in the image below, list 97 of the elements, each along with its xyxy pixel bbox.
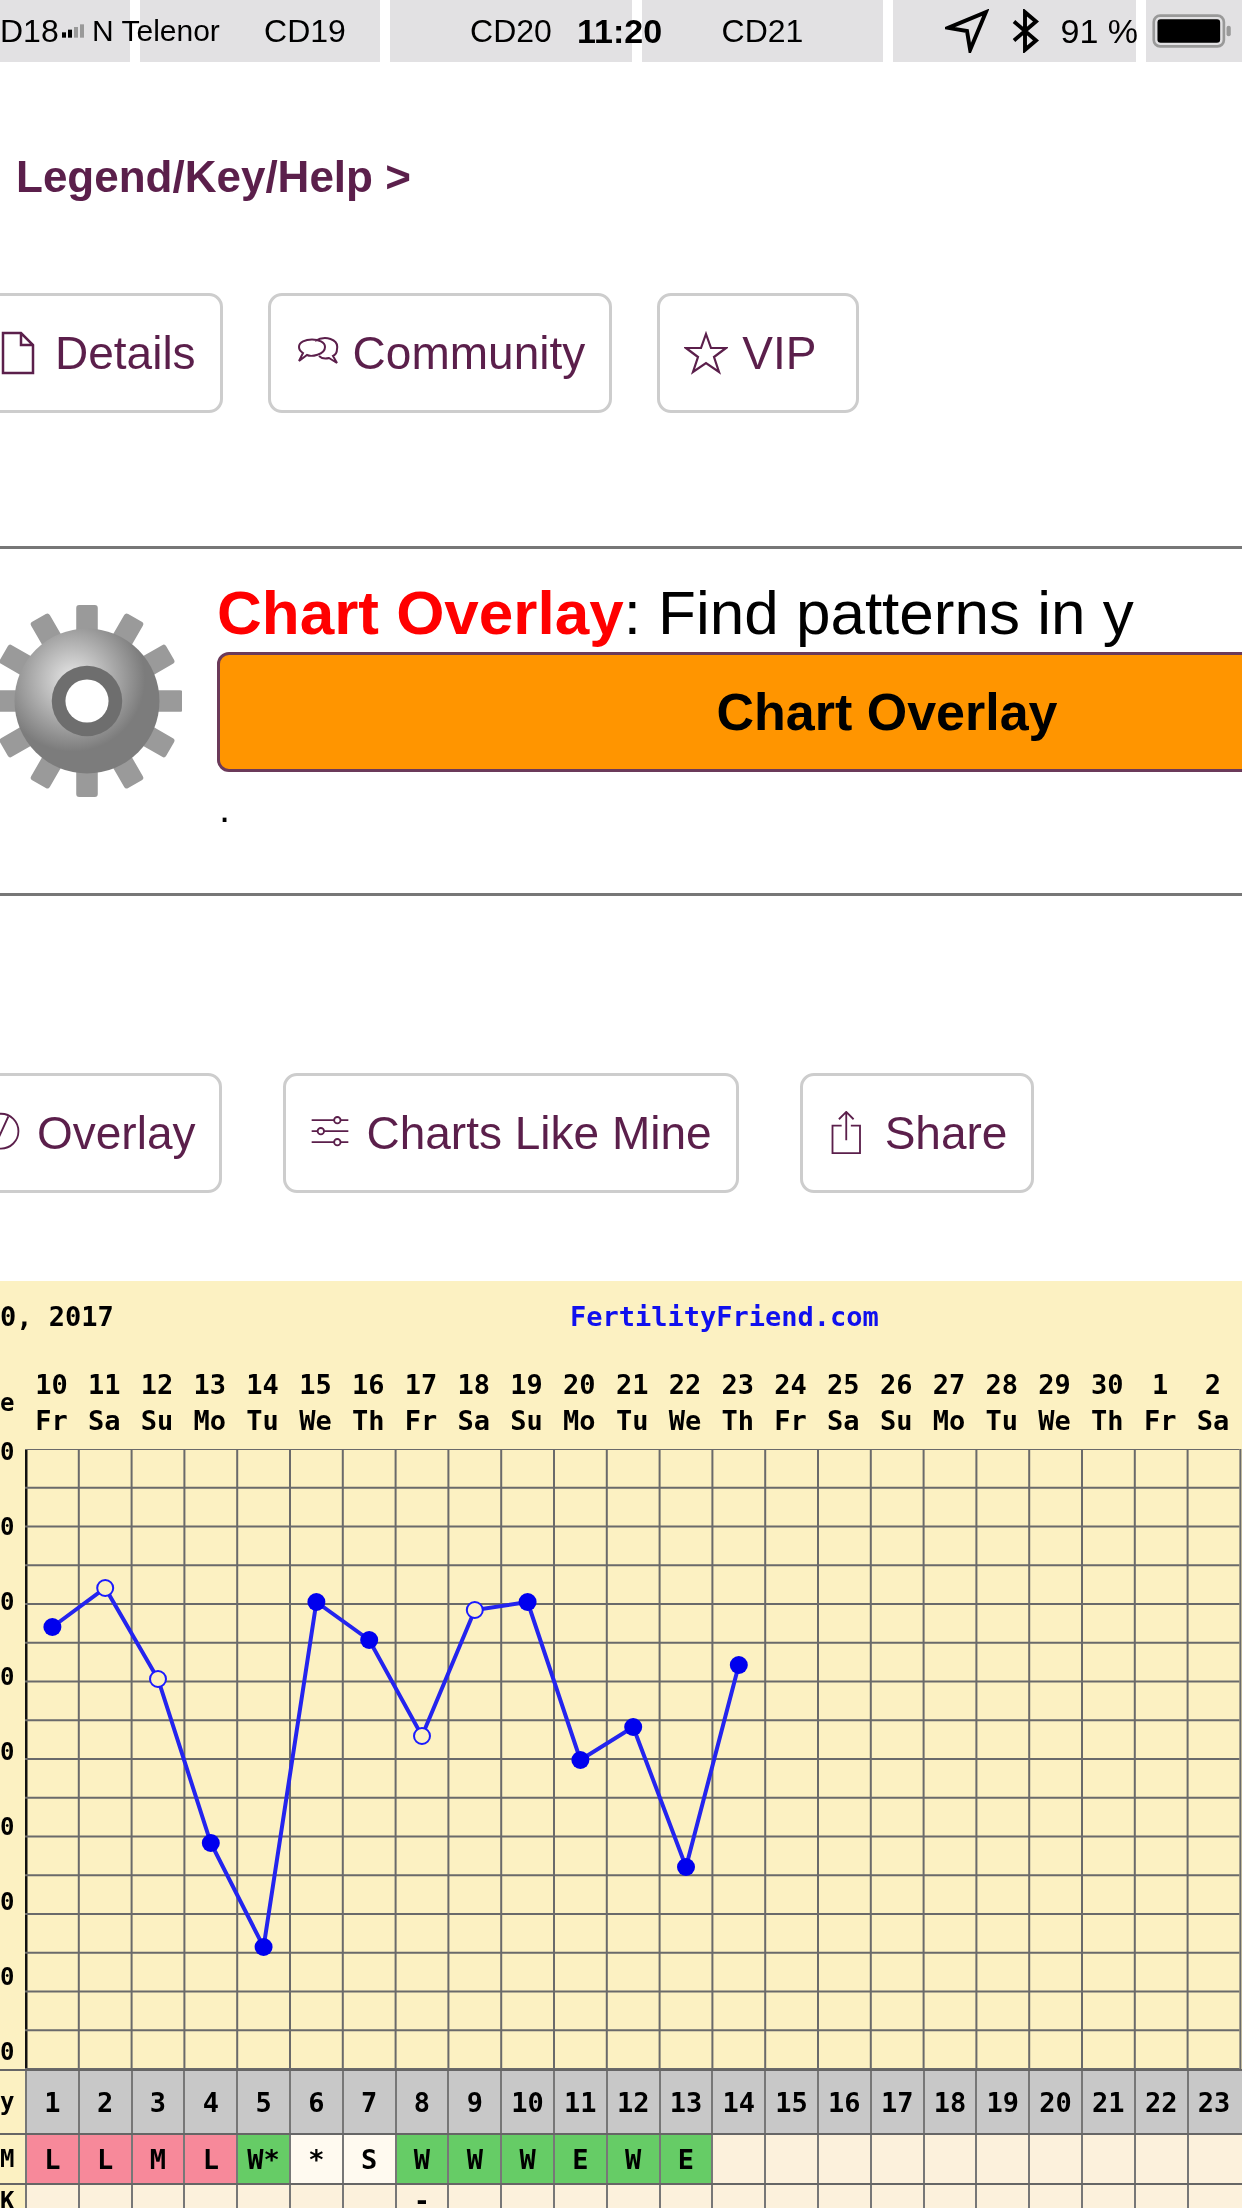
code-cell: L <box>183 2135 237 2183</box>
weekday: Sa <box>457 1403 491 1438</box>
segment-label: CD20 <box>470 12 552 50</box>
weekday: Su <box>140 1403 174 1438</box>
code-cell: W <box>605 2135 659 2183</box>
segment-label: D18 <box>0 12 59 50</box>
weekday: Sa <box>87 1403 121 1438</box>
date-number: 2 <box>1204 1367 1222 1402</box>
weekday: Su <box>510 1403 543 1438</box>
segment-label: CD21 <box>721 12 804 50</box>
status-time: 11:20 <box>577 12 663 51</box>
tool-button[interactable]: Charts Like Mine <box>283 1073 739 1193</box>
date-number: 28 <box>985 1367 1018 1402</box>
axis-tick-label: 0 <box>0 1816 16 1838</box>
row-label: M <box>0 2135 25 2183</box>
date-number: 30 <box>1091 1367 1124 1402</box>
nav-button[interactable]: Details <box>0 293 223 413</box>
date-number: 18 <box>457 1367 491 1402</box>
weekday: We <box>1038 1403 1071 1438</box>
code-cell: S <box>341 2135 395 2183</box>
date-number: 13 <box>193 1367 227 1402</box>
code-cell: * <box>289 2135 342 2183</box>
weekday: Th <box>351 1403 385 1438</box>
date-number: 12 <box>140 1367 174 1402</box>
date-number: 15 <box>299 1367 332 1402</box>
weekday: Fr <box>774 1403 807 1438</box>
code-cell: E <box>658 2135 712 2183</box>
weekday: Fr <box>35 1403 68 1438</box>
weekday: Fr <box>1143 1403 1177 1438</box>
axis-tick-label: 0 <box>0 1441 16 1463</box>
row-label: y <box>0 2071 25 2133</box>
code-cell: W* <box>236 2135 289 2183</box>
date-number: 25 <box>827 1367 860 1402</box>
weekday: Tu <box>246 1403 279 1438</box>
note-text: . <box>219 786 231 831</box>
mark-cell: - <box>394 2185 448 2208</box>
weekday: Mo <box>932 1403 966 1438</box>
date-number: 22 <box>668 1367 702 1402</box>
axis-tick-label: 0 <box>0 1666 16 1688</box>
row-label: e <box>0 1388 16 1417</box>
tool-button[interactable]: Share <box>799 1073 1035 1193</box>
code-cell: E <box>552 2135 606 2183</box>
date-number: 17 <box>404 1367 438 1402</box>
weekday: Sa <box>827 1403 860 1438</box>
overlay-title-link[interactable]: Chart Overlay <box>217 578 624 647</box>
axis-tick-label: 0 <box>0 1891 16 1913</box>
code-cell: W <box>500 2135 553 2183</box>
date-number: 11 <box>87 1367 121 1402</box>
axis-tick-label: 0 <box>0 1516 16 1538</box>
weekday: We <box>668 1403 702 1438</box>
date-number: 14 <box>246 1367 279 1402</box>
code-cell: M <box>130 2135 184 2183</box>
star-icon <box>684 331 729 375</box>
date-number: 27 <box>932 1367 966 1402</box>
date-number: 20 <box>563 1367 596 1402</box>
code-cell: W <box>447 2135 501 2183</box>
code-cell: L <box>25 2135 78 2183</box>
date-number: 29 <box>1038 1367 1071 1402</box>
carrier-name: N Telenor <box>92 14 220 48</box>
nav-button[interactable]: VIP <box>657 293 860 413</box>
battery-icon <box>1152 14 1232 48</box>
battery-percent: 91 % <box>1060 11 1138 51</box>
segment-label: CD19 <box>264 12 346 50</box>
weekday: Th <box>721 1403 754 1438</box>
tool-button[interactable]: Overlay <box>0 1073 223 1193</box>
date-number: 26 <box>879 1367 913 1402</box>
date-number: 10 <box>35 1367 68 1402</box>
chart-date-range: 0, 2017 <box>0 1301 115 1332</box>
weekday: We <box>299 1403 332 1438</box>
overlay-description: : Find patterns in y <box>623 578 1134 647</box>
weekday: Mo <box>193 1403 227 1438</box>
row-label: K <box>0 2185 25 2208</box>
code-cell: L <box>77 2135 131 2183</box>
date-number: 1 <box>1152 1367 1169 1402</box>
nav-button[interactable]: Community <box>267 293 613 413</box>
code-cell: W <box>394 2135 448 2183</box>
weekday: Mo <box>563 1403 596 1438</box>
weekday: Tu <box>985 1403 1018 1438</box>
help-link[interactable]: Legend/Key/Help > <box>16 152 411 202</box>
date-number: 21 <box>615 1367 649 1402</box>
signal-icon <box>62 23 86 39</box>
weekday: Fr <box>404 1403 438 1438</box>
location-icon <box>944 9 989 53</box>
weekday: Th <box>1091 1403 1124 1438</box>
date-number: 24 <box>774 1367 807 1402</box>
weekday: Sa <box>1196 1403 1230 1438</box>
axis-tick-label: 0 <box>0 2041 16 2063</box>
axis-tick-label: 0 <box>0 1591 16 1613</box>
date-number: 23 <box>721 1367 754 1402</box>
axis-tick-label: 0 <box>0 1966 16 1988</box>
chart-overlay-button[interactable]: Chart Overlay <box>217 652 1242 772</box>
site-name: FertilityFriend.com <box>570 1301 879 1332</box>
date-number: 16 <box>351 1367 385 1402</box>
axis-tick-label: 0 <box>0 1741 16 1763</box>
weekday: Tu <box>615 1403 649 1438</box>
date-number: 19 <box>510 1367 543 1402</box>
weekday: Su <box>879 1403 913 1438</box>
